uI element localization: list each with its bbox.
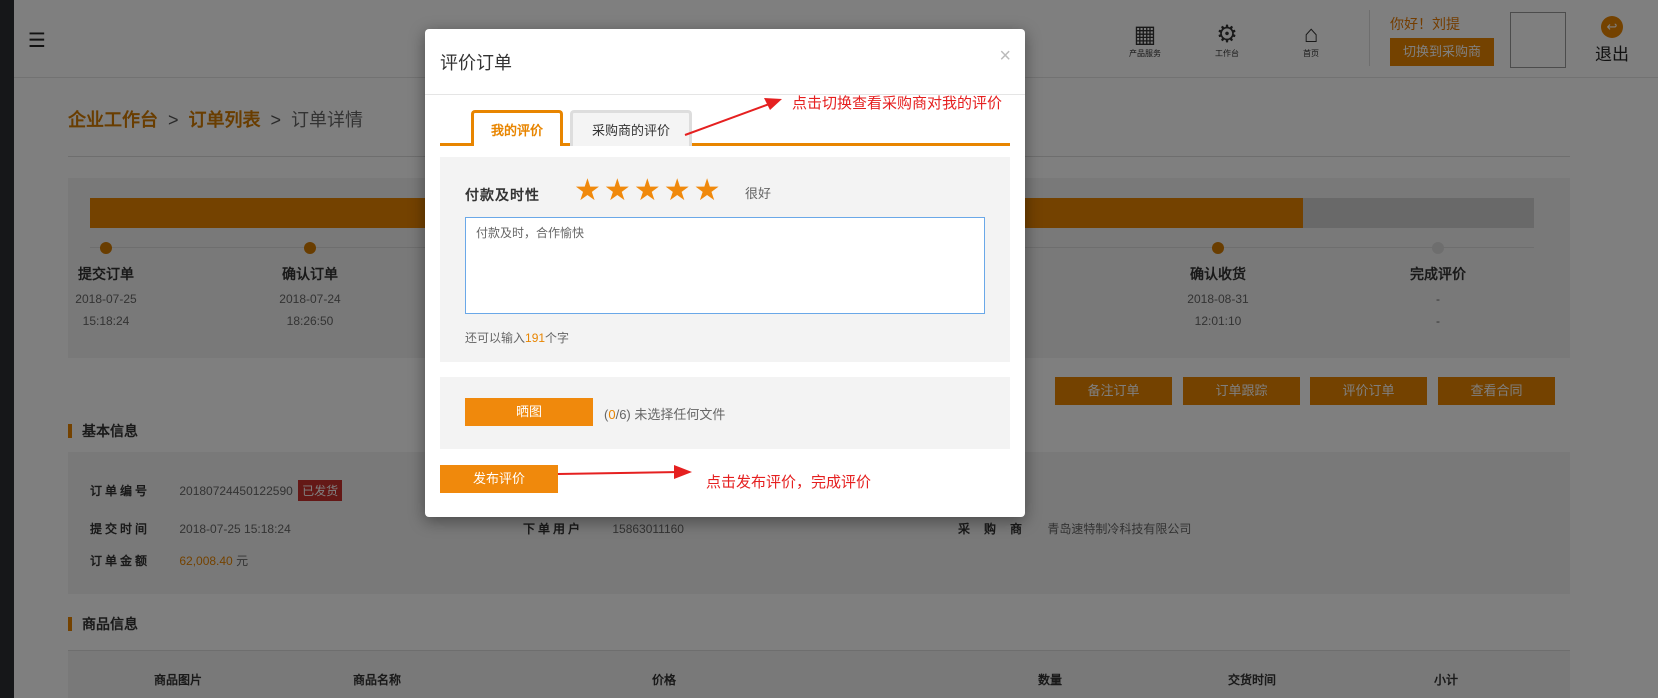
upload-max: /6) — [615, 407, 631, 422]
hint-remaining: 191 — [525, 331, 546, 345]
hint-prefix: 还可以输入 — [465, 331, 526, 345]
tab-my-review[interactable]: 我的评价 — [471, 110, 563, 146]
star-icon[interactable]: ★ — [664, 174, 691, 207]
modal-title: 评价订单 — [440, 53, 512, 73]
tab-switch-annotation: 点击切换查看采购商对我的评价 — [792, 95, 1003, 112]
star-icon[interactable]: ★ — [694, 174, 721, 207]
star-icon[interactable]: ★ — [574, 174, 601, 207]
rating-text: 很好 — [745, 186, 772, 201]
star-rating: ★ ★ ★ ★ ★ — [574, 173, 724, 208]
publish-review-button[interactable]: 发布评价 — [440, 465, 558, 493]
star-icon[interactable]: ★ — [604, 174, 631, 207]
publish-annotation: 点击发布评价，完成评价 — [706, 474, 872, 491]
upload-count: (0/6) 未选择任何文件 — [604, 404, 725, 423]
tab-buyer-review[interactable]: 采购商的评价 — [570, 110, 692, 146]
rating-panel: 付款及时性 ★ ★ ★ ★ ★ 很好 付款及时，合作愉快 还可以输入191个字 — [440, 157, 1010, 362]
image-upload-panel: 晒图 (0/6) 未选择任何文件 — [440, 377, 1010, 449]
char-count-hint: 还可以输入191个字 — [465, 329, 569, 346]
hint-suffix: 个字 — [545, 331, 570, 345]
review-comment-input[interactable]: 付款及时，合作愉快 — [465, 217, 985, 314]
upload-current: 0 — [608, 407, 616, 422]
close-icon[interactable]: × — [999, 45, 1011, 68]
star-icon[interactable]: ★ — [634, 174, 661, 207]
upload-image-button[interactable]: 晒图 — [465, 398, 593, 426]
upload-status: 未选择任何文件 — [634, 407, 726, 422]
rating-label: 付款及时性 — [465, 187, 540, 203]
